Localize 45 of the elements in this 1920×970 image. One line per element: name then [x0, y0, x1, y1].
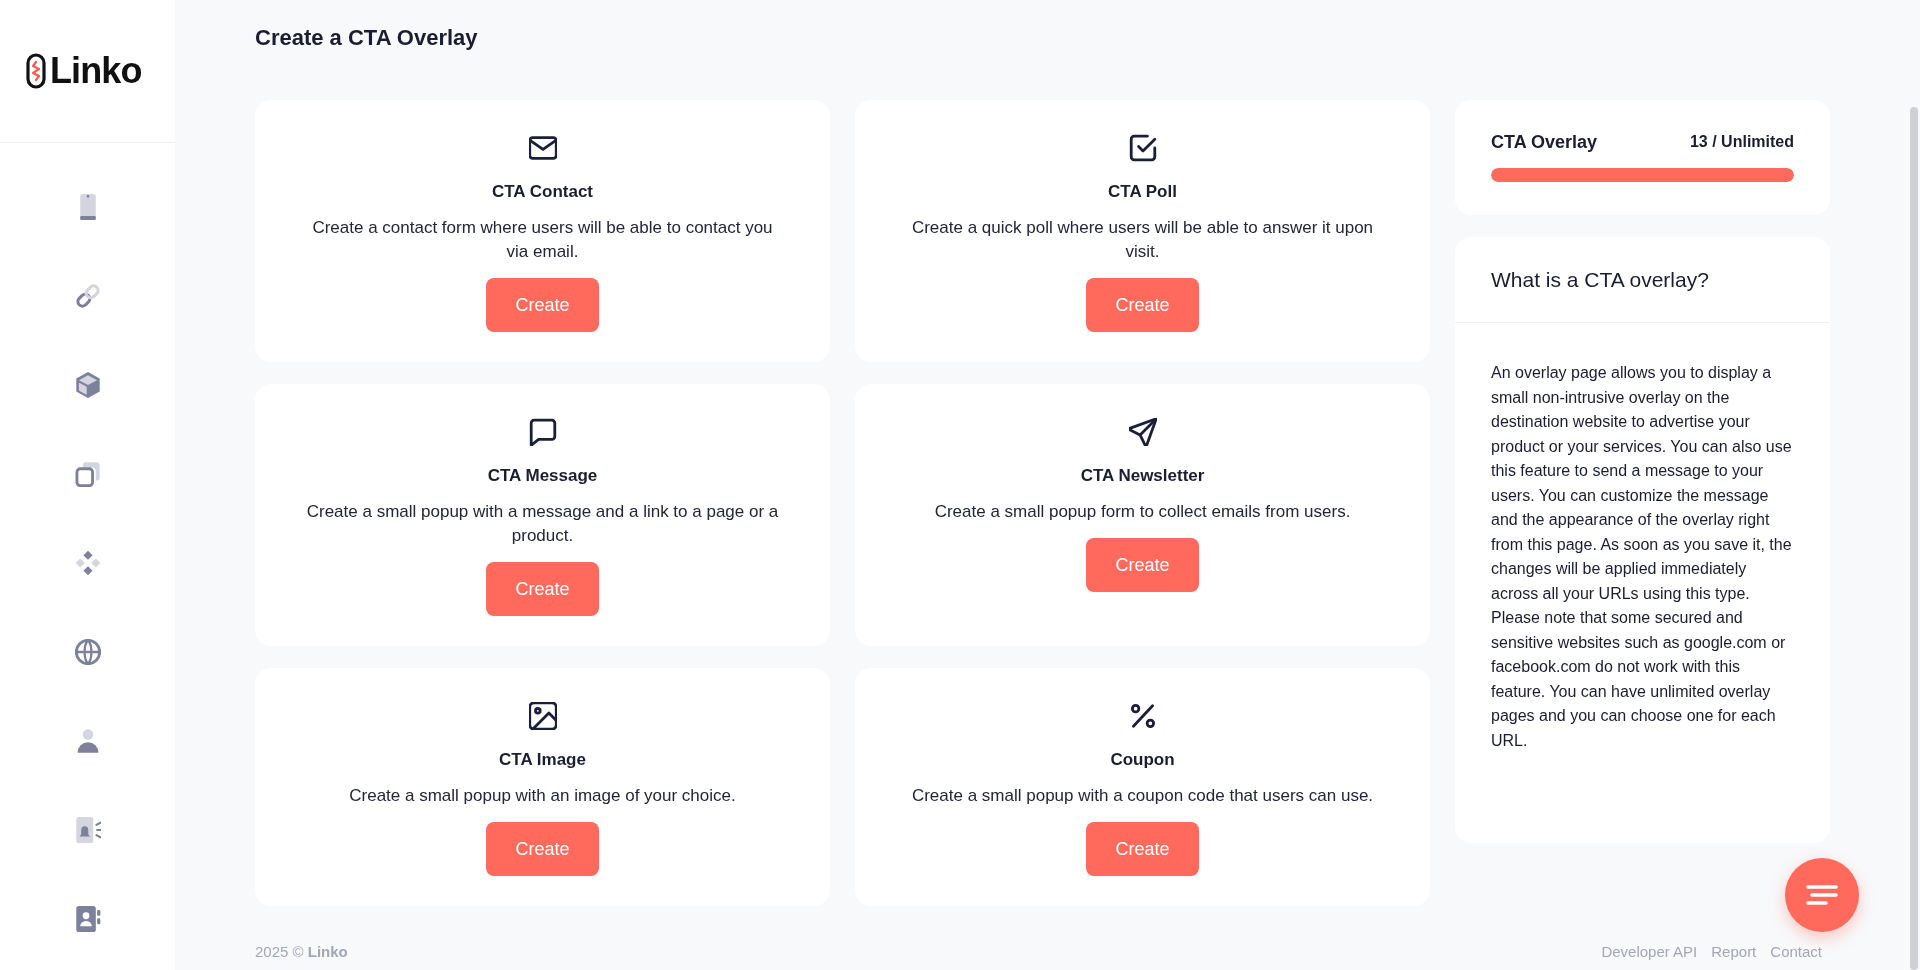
footer-link[interactable]: Contact [1770, 942, 1822, 962]
card-title: CTA Image [499, 749, 586, 771]
usage-count: 13 / Unlimited [1689, 132, 1794, 152]
link-icon [74, 283, 101, 309]
footer-link[interactable]: Developer API [1601, 942, 1698, 962]
page-title: Create a CTA Overlay [255, 24, 478, 52]
chat-bubble-icon [528, 418, 557, 446]
info-text: An overlay page allows you to display a small non-intrusive overlay on the destination website to advertise your product or your services. You can also use this feature to send a message to your users. You can customize the message and the appearance of the overlay right from this page. As soon as you save it, the changes will be applied immediately across all your URLs using this type. Please note that some secured and sensitive websites such as google.com or facebook.com do not work with this feature. You can have unlimited overlay pages and you can choose one for each URL. [1491, 363, 1793, 751]
card-title: CTA Contact [491, 181, 593, 203]
card-description: Create a small popup with a message and a link to a page or a product. [305, 501, 780, 547]
card-description: Create a small popup with an image of your choice. [349, 785, 736, 807]
create-button[interactable]: Create [1086, 822, 1199, 876]
copyright-text: 2025 © Linko [255, 942, 348, 962]
create-button[interactable]: Create [486, 562, 599, 616]
checkbox-icon [1128, 134, 1157, 162]
footer-link[interactable]: Report [1711, 942, 1757, 962]
cube-icon [74, 372, 101, 398]
scrollbar-thumb[interactable] [1910, 107, 1918, 970]
logo-icon [26, 53, 46, 89]
image-icon [528, 702, 557, 730]
phone-bell-icon [74, 817, 101, 843]
create-button[interactable]: Create [486, 822, 599, 876]
contact-book-icon [74, 906, 101, 932]
create-button[interactable]: Create [1086, 538, 1199, 592]
create-button[interactable]: Create [486, 278, 599, 332]
card-description: Create a small popup with a coupon code that users can use. [911, 785, 1374, 807]
info-heading: What is a CTA overlay? [1491, 266, 1709, 293]
create-button[interactable]: Create [1086, 278, 1199, 332]
card-title: Coupon [1110, 749, 1175, 771]
menu-icon [1805, 885, 1839, 905]
card-description: Create a small popup form to collect emails from users. [934, 501, 1351, 523]
percent-icon [1128, 702, 1157, 730]
copy-icon [74, 461, 101, 487]
menu-button[interactable] [1785, 858, 1859, 932]
card-description: Create a contact form where users will be able to contact you via email. [311, 217, 774, 263]
send-icon [1128, 418, 1157, 446]
usage-title: CTA Overlay [1491, 131, 1598, 154]
mail-icon [528, 134, 557, 162]
logo-text: Linko [50, 53, 142, 89]
diamonds-icon [74, 550, 101, 576]
card-title: CTA Newsletter [1080, 465, 1205, 487]
card-title: CTA Message [487, 465, 598, 487]
card-description: Create a quick poll where users will be able to answer it upon visit. [910, 217, 1375, 263]
card-title: CTA Poll [1108, 181, 1177, 203]
globe-icon [74, 639, 101, 665]
